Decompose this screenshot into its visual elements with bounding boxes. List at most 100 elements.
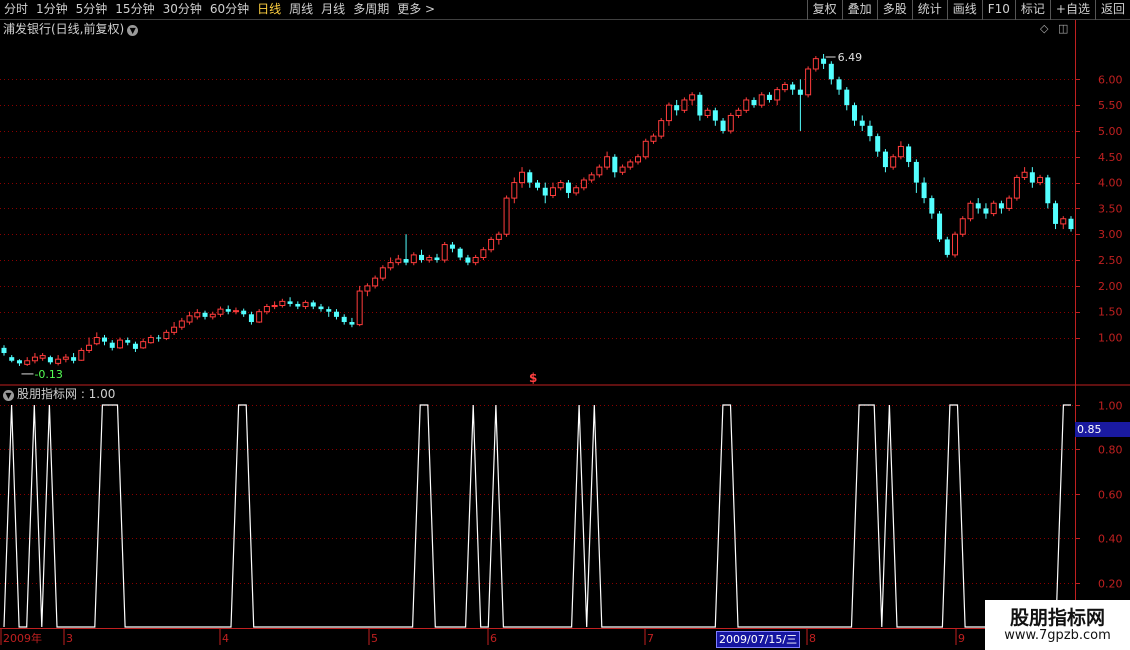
high-price-label: 6.49 <box>838 51 863 64</box>
candle-body-up <box>573 187 580 194</box>
candle-body-up <box>163 331 170 340</box>
candle-body-down <box>202 312 208 317</box>
candle-body-down <box>565 182 571 193</box>
candle-body-down <box>612 156 618 173</box>
chart-canvas[interactable]: 6.00 5.50 5.00 4.50 4.00 3.50 3.00 2.50 2.00 1.50… <box>0 0 1130 650</box>
candle-body-down <box>47 357 53 363</box>
candle-body-up <box>580 179 587 189</box>
candle-body-up <box>897 145 904 158</box>
candle-body-up <box>279 300 286 307</box>
candle-body-up <box>387 262 394 269</box>
candle-body-up <box>511 182 518 199</box>
y-tick-label: 4.50 <box>1098 151 1123 164</box>
candle-body-up <box>263 306 270 313</box>
candle-body-up <box>480 249 487 258</box>
candle-body-down <box>109 342 115 348</box>
candle-body-up <box>959 218 966 235</box>
candle-body-down <box>937 213 943 240</box>
candle-body-up <box>519 171 526 184</box>
candle-body-up <box>302 301 309 308</box>
candle-body-up <box>171 326 178 333</box>
y-tick-label: 0.80 <box>1098 444 1123 457</box>
candle-body-up <box>588 174 595 181</box>
candle-body-down <box>998 203 1004 209</box>
x-tick-label: 3 <box>66 632 73 645</box>
candle-body-down <box>333 311 339 317</box>
candle-body-down <box>434 257 440 261</box>
candle-body-down <box>1045 177 1051 204</box>
candle-body-up <box>781 83 788 91</box>
event-marker: $ <box>529 371 537 385</box>
candle-body-down <box>542 187 548 196</box>
candle-body-down <box>975 203 981 209</box>
candle-body-up <box>86 344 93 351</box>
candle-body-down <box>828 63 834 80</box>
candle-body-down <box>248 314 254 323</box>
low-price-label: -0.13 <box>34 368 62 381</box>
candle-body-down <box>875 136 881 152</box>
candle-body-down <box>310 302 316 307</box>
candle-body-down <box>751 99 757 106</box>
candle-body-down <box>797 89 803 95</box>
candle-body-up <box>604 156 611 168</box>
watermark: 股朋指标网 www.7gpzb.com <box>985 600 1130 650</box>
x-tick-label: 6 <box>490 632 497 645</box>
candle-body-up <box>256 311 263 323</box>
x-tick-label: 5 <box>371 632 378 645</box>
candle-body-up <box>704 109 711 116</box>
y-tick-label: 1.00 <box>1098 400 1123 413</box>
candle-body-up <box>209 313 216 318</box>
indicator-line <box>3 404 1071 628</box>
y-tick-label: 1.50 <box>1098 306 1123 319</box>
candle-body-up <box>410 254 417 264</box>
candle-body-down <box>913 161 919 183</box>
candle-body-up <box>472 256 479 264</box>
candle-body-up <box>186 315 193 323</box>
candle-body-up <box>635 156 642 163</box>
x-tick-label: 9 <box>958 632 965 645</box>
candle-body-up <box>774 89 781 101</box>
candle-body-down <box>882 151 888 168</box>
candle-body-up <box>24 360 31 365</box>
y-tick-label: 1.00 <box>1098 332 1123 345</box>
candle-body-up <box>217 308 224 315</box>
candle-body-up <box>232 310 239 313</box>
y-tick-label: 4.00 <box>1098 177 1123 190</box>
y-tick-label: 2.00 <box>1098 280 1123 293</box>
candle-body-down <box>419 254 425 261</box>
candle-body-up <box>812 58 819 70</box>
candle-body-down <box>712 110 718 121</box>
candle-body-up <box>1013 176 1020 199</box>
y-tick-label: 0.20 <box>1098 578 1123 591</box>
candle-body-down <box>349 322 355 325</box>
y-tick-label: 3.50 <box>1098 202 1123 215</box>
candle-body-down <box>287 301 293 304</box>
candle-body-down <box>921 182 927 199</box>
y-tick-label: 0.40 <box>1098 533 1123 546</box>
candle-body-up <box>364 285 371 292</box>
candle-body-down <box>225 309 231 312</box>
candle-body-down <box>16 360 22 364</box>
candle-body-up <box>758 94 765 106</box>
candle-body-up <box>549 187 556 197</box>
candle-body-down <box>156 337 162 339</box>
candle-body-up <box>735 109 742 116</box>
candle-body-down <box>125 340 131 343</box>
x-tick-label: 2009年 <box>3 631 42 645</box>
candle-body-up <box>596 166 603 176</box>
y-tick-label: 2.50 <box>1098 254 1123 267</box>
candle-body-down <box>697 94 703 116</box>
candle-body-down <box>983 208 989 214</box>
candle-body-down <box>1053 203 1059 224</box>
candle-body-up <box>1006 197 1013 209</box>
candle-body-down <box>867 125 873 137</box>
candle-body-up <box>395 258 402 264</box>
candle-body-down <box>132 343 138 349</box>
candle-body-down <box>457 248 463 258</box>
candle-body-down <box>944 239 950 255</box>
candle-body-down <box>465 257 471 263</box>
x-tick-label: 7 <box>647 632 654 645</box>
candle-body-down <box>535 182 540 188</box>
candle-body-down <box>341 316 347 323</box>
y-tick-label: 5.50 <box>1098 99 1123 112</box>
